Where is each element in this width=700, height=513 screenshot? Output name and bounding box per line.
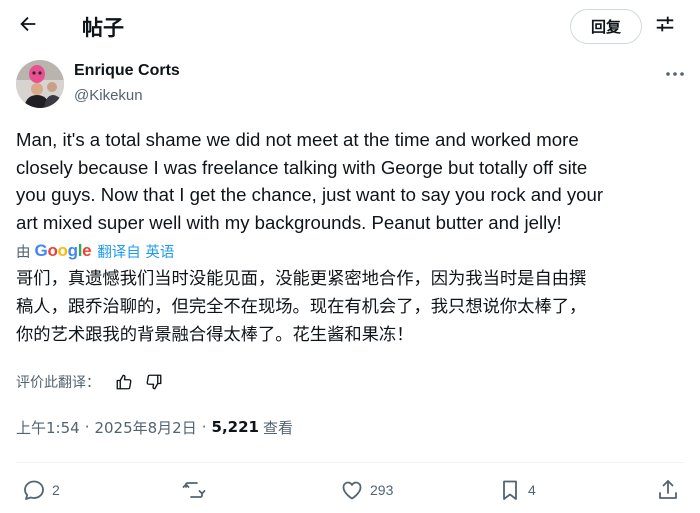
translated-line: 稿人，跟乔治聊的，但完全不在现场。现在有机会了，我只想说你太棒了， bbox=[16, 297, 587, 317]
bookmark-action[interactable]: 4 bbox=[498, 477, 536, 503]
reply-button[interactable]: 回复 bbox=[570, 9, 642, 44]
views-label: 查看 bbox=[262, 418, 293, 437]
translated-from-link[interactable]: 翻译自 英语 bbox=[97, 241, 174, 262]
translated-text: 哥们，真遗憾我们当时没能见面，没能更紧密地合作，因为我当时是自由撰 稿人，跟乔治… bbox=[16, 265, 688, 349]
arrow-left-icon bbox=[17, 13, 39, 40]
tweet-line: art mixed super well with my backgrounds… bbox=[16, 211, 562, 233]
reply-count: 2 bbox=[52, 482, 60, 498]
thumbs-down-icon[interactable] bbox=[144, 372, 164, 392]
views-count: 5,221 bbox=[211, 418, 259, 436]
settings-button[interactable] bbox=[648, 9, 682, 43]
translated-line: 哥们，真遗憾我们当时没能见面，没能更紧密地合作，因为我当时是自由撰 bbox=[16, 269, 587, 289]
bookmark-icon bbox=[498, 478, 522, 502]
tweet-text: Man, it's a total shame we did not meet … bbox=[16, 126, 688, 236]
divider bbox=[16, 462, 684, 463]
post-meta: 上午1:54 · 2025年8月2日 · 5,221 查看 bbox=[16, 416, 293, 438]
tweet-line: closely because I was freelance talking … bbox=[16, 156, 588, 178]
share-action[interactable] bbox=[656, 477, 680, 503]
post-date[interactable]: 2025年8月2日 bbox=[94, 417, 196, 438]
sliders-icon bbox=[654, 13, 676, 40]
meta-separator: · bbox=[84, 418, 90, 436]
repost-action[interactable] bbox=[182, 477, 206, 503]
translated-by-label: 由 bbox=[16, 244, 31, 261]
rate-translation: 评价此翻译： bbox=[16, 371, 174, 393]
like-count: 293 bbox=[370, 482, 394, 498]
page-title: 帖子 bbox=[82, 16, 124, 40]
share-icon bbox=[656, 478, 680, 502]
reply-action[interactable]: 2 bbox=[22, 477, 60, 503]
more-dots-icon bbox=[665, 64, 685, 82]
action-bar: 2 293 4 bbox=[0, 470, 700, 510]
translated-line: 你的艺术跟我的背景融合得太棒了。花生酱和果冻！ bbox=[16, 325, 414, 345]
tweet-line: Man, it's a total shame we did not meet … bbox=[16, 129, 579, 150]
author-handle[interactable]: @Kikekun bbox=[74, 87, 143, 104]
top-bar: 帖子 回复 bbox=[0, 0, 700, 53]
rate-translation-label: 评价此翻译： bbox=[16, 375, 100, 391]
tweet-line: you guys. Now that I get the chance, jus… bbox=[16, 184, 604, 205]
thumbs-up-icon[interactable] bbox=[114, 372, 134, 392]
back-button[interactable] bbox=[10, 8, 46, 44]
meta-separator: · bbox=[201, 418, 207, 436]
more-options-button[interactable] bbox=[658, 62, 692, 84]
bookmark-count: 4 bbox=[528, 482, 536, 498]
like-action[interactable]: 293 bbox=[340, 477, 393, 503]
translation-attribution: 由 Google 翻译自 英语 bbox=[16, 240, 174, 262]
post-time[interactable]: 上午1:54 bbox=[16, 417, 80, 438]
author-name[interactable]: Enrique Corts bbox=[74, 62, 180, 80]
google-logo: Google bbox=[34, 241, 92, 260]
repost-icon bbox=[182, 478, 206, 502]
avatar[interactable] bbox=[16, 60, 64, 108]
reply-icon bbox=[22, 478, 46, 502]
heart-icon bbox=[340, 478, 364, 502]
